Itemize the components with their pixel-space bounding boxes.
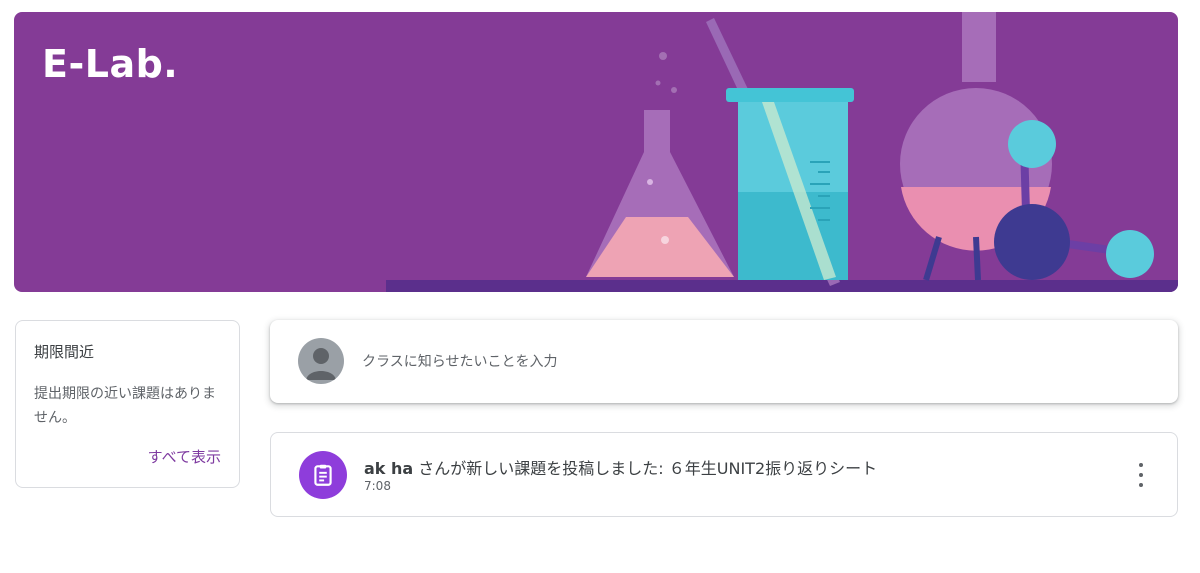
- post-title[interactable]: ak ha さんが新しい課題を投稿しました: ６年生UNIT2振り返りシート: [364, 455, 877, 479]
- view-all-link[interactable]: すべて表示: [148, 446, 221, 467]
- announcement-input[interactable]: クラスに知らせたいことを入力: [362, 351, 557, 371]
- class-banner: E-Lab.: [14, 12, 1178, 292]
- person-avatar-icon: [298, 338, 344, 384]
- upcoming-card: 期限間近 提出期限の近い課題はありません。 すべて表示: [15, 320, 240, 488]
- assignment-icon: [299, 451, 347, 499]
- more-options-icon[interactable]: [1135, 463, 1147, 487]
- post-text: さんが新しい課題を投稿しました: ６年生UNIT2振り返りシート: [413, 459, 878, 478]
- post-author: ak ha: [364, 459, 414, 478]
- upcoming-empty-message: 提出期限の近い課題はありません。: [34, 386, 216, 426]
- announcement-composer[interactable]: クラスに知らせたいことを入力: [270, 320, 1178, 403]
- post-time: 7:08: [364, 479, 391, 493]
- class-title[interactable]: E-Lab.: [42, 42, 178, 86]
- stream-post[interactable]: ak ha さんが新しい課題を投稿しました: ６年生UNIT2振り返りシート 7…: [270, 432, 1178, 517]
- science-lab-illustration: [386, 12, 1178, 292]
- upcoming-title: 期限間近: [34, 343, 95, 361]
